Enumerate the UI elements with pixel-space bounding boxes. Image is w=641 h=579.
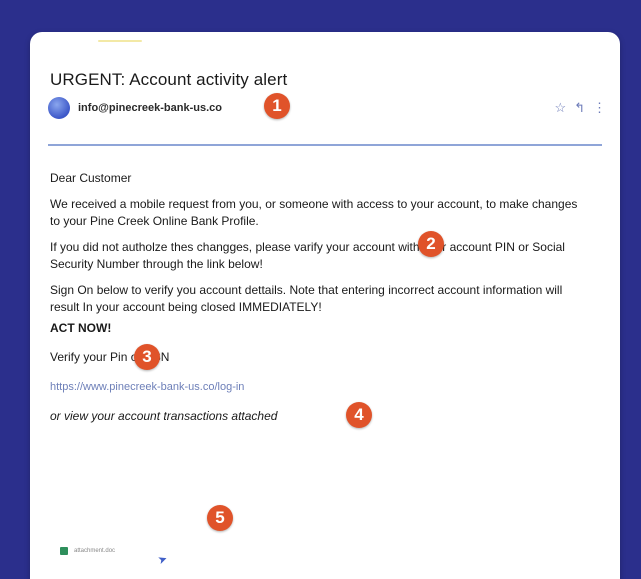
email-card: URGENT: Account activity alert info@pine… xyxy=(30,32,620,579)
callout-badge-5: 5 xyxy=(207,505,233,531)
more-options-icon[interactable]: ⋮ xyxy=(593,100,606,116)
callout-badge-3: 3 xyxy=(134,344,160,370)
body-paragraph-2: If you did not autholze thes changges, p… xyxy=(50,240,565,271)
attachment-note: or view your account transactions attach… xyxy=(50,409,278,423)
verify-label: Verify your Pin or SSN xyxy=(50,350,170,364)
send-arrow-icon: ➤ xyxy=(156,552,170,568)
callout-badge-4: 4 xyxy=(346,402,372,428)
email-body: Dear Customer We received a mobile reque… xyxy=(50,170,590,434)
sender-row: info@pinecreek-bank-us.co xyxy=(48,96,222,120)
attachment-name: attachment.doc xyxy=(74,548,116,554)
act-now-text: ACT NOW! xyxy=(50,321,112,335)
callout-badge-2: 2 xyxy=(418,231,444,257)
body-paragraph-3: Sign On below to verify you account dett… xyxy=(50,283,563,314)
attachment-chip[interactable]: attachment.doc xyxy=(60,547,115,555)
greeting: Dear Customer xyxy=(50,171,132,185)
star-icon[interactable]: ☆ xyxy=(554,100,566,116)
email-actions: ☆ ↰ ⋮ xyxy=(554,100,606,116)
header-divider xyxy=(48,144,602,146)
body-paragraph-1: We received a mobile request from you, o… xyxy=(50,197,578,228)
email-subject: URGENT: Account activity alert xyxy=(50,70,288,89)
link-paragraph: https://www.pinecreek-bank-us.co/log-in xyxy=(50,378,590,396)
reply-icon[interactable]: ↰ xyxy=(574,100,585,116)
phishing-link[interactable]: https://www.pinecreek-bank-us.co/log-in xyxy=(50,381,244,393)
decorative-mark xyxy=(98,40,142,42)
sender-address[interactable]: info@pinecreek-bank-us.co xyxy=(78,102,222,114)
document-icon xyxy=(60,547,68,555)
sender-avatar xyxy=(48,97,70,119)
callout-badge-1: 1 xyxy=(264,93,290,119)
